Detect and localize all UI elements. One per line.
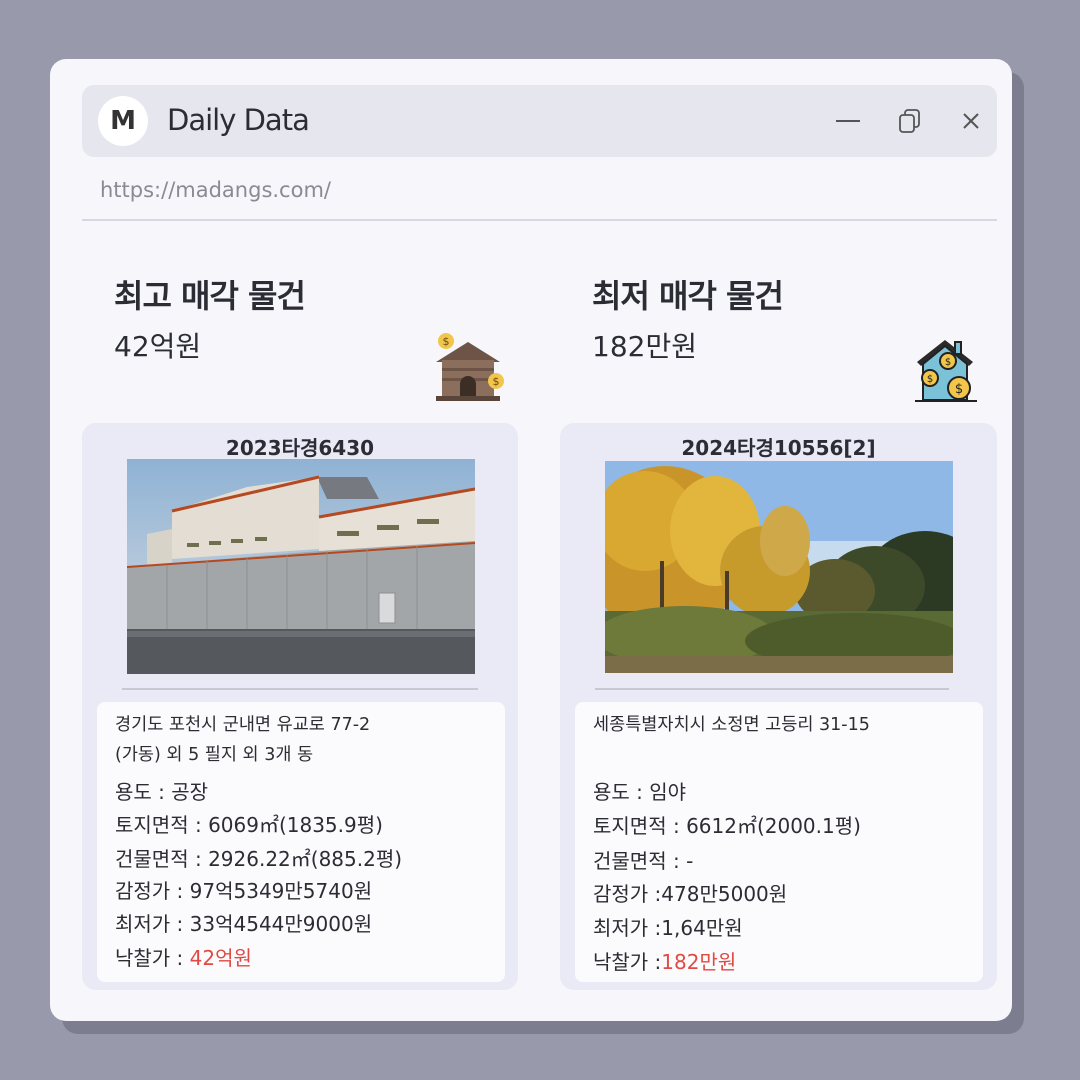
property-info: 세종특별자치시 소정면 고등리 31-15 용도 : 임야 토지면적 : 661… (575, 702, 983, 982)
address-line-1: 세종특별자치시 소정면 고등리 31-15 (593, 715, 870, 735)
minimum-price-row: 최저가 : 33억4544만9000원 (115, 908, 372, 937)
building-area-row: 건물면적 : 2926.22㎡(885.2평) (115, 843, 402, 872)
winning-bid-label: 낙찰가 : (593, 950, 662, 974)
appraisal-label: 감정가 : (115, 879, 190, 903)
svg-text:$: $ (927, 374, 933, 385)
minimum-price-row: 최저가 :1,64만원 (593, 912, 743, 941)
close-icon (963, 113, 979, 129)
appraisal-value: 97억5349만5740원 (189, 879, 373, 903)
land-area-label: 토지면적 : (115, 813, 209, 837)
highest-price: 42억원 (114, 330, 202, 363)
building-area-value: 2926.22㎡(885.2평) (208, 847, 403, 871)
building-area-row: 건물면적 : - (593, 845, 693, 874)
usage-label: 용도 : (593, 780, 650, 804)
title-bar: M Daily Data (82, 85, 997, 157)
appraisal-label: 감정가 : (593, 882, 662, 906)
address-line-1: 경기도 포천시 군내면 유교로 77-2 (115, 715, 371, 735)
building-area-label: 건물면적 : (115, 847, 209, 871)
highest-heading: 최고 매각 물건 (114, 277, 306, 315)
minimum-price-value: 33억4544만9000원 (189, 912, 373, 936)
land-area-value: 6069㎡(1835.9평) (208, 813, 383, 837)
land-area-row: 토지면적 : 6612㎡(2000.1평) (593, 810, 861, 839)
svg-text:$: $ (443, 335, 450, 348)
forest-ginkgo-photo (605, 461, 953, 673)
url-divider (82, 219, 997, 221)
restore-icon (899, 109, 920, 133)
lowest-heading: 최저 매각 물건 (592, 277, 784, 315)
usage-value: 공장 (171, 780, 209, 804)
usage-row: 용도 : 공장 (115, 776, 208, 805)
usage-row: 용도 : 임야 (593, 776, 686, 805)
card-divider (595, 688, 949, 690)
winning-bid-label: 낙찰가 : (115, 946, 190, 970)
usage-value: 임야 (649, 780, 687, 804)
minimize-icon (836, 120, 860, 122)
svg-text:$: $ (493, 375, 500, 388)
appraisal-row: 감정가 : 97억5349만5740원 (115, 875, 372, 904)
lowest-price: 182만원 (592, 330, 697, 363)
house-coins-icon: $ $ $ (915, 340, 977, 402)
usage-label: 용도 : (115, 780, 172, 804)
appraisal-value: 478만5000원 (661, 882, 788, 906)
restore-button[interactable] (894, 105, 926, 137)
winning-bid-row: 낙찰가 :182만원 (593, 946, 736, 975)
appraisal-row: 감정가 :478만5000원 (593, 878, 787, 907)
lowest-card: 2024타경10556[2] 세종특별자치시 소정면 고등리 31-15 용도 … (560, 423, 997, 990)
building-area-value: - (686, 849, 694, 873)
app-logo: M (98, 96, 148, 146)
land-area-value: 6612㎡(2000.1평) (686, 814, 861, 838)
svg-text:$: $ (945, 357, 951, 368)
warehouse-factory-photo (127, 459, 475, 674)
minimum-price-value: 1,64만원 (661, 916, 743, 940)
close-button[interactable] (955, 105, 987, 137)
case-number[interactable]: 2023타경6430 (82, 432, 518, 461)
app-title: Daily Data (167, 103, 310, 137)
url-text[interactable]: https://madangs.com/ (100, 178, 331, 202)
building-area-label: 건물면적 : (593, 849, 687, 873)
minimum-price-label: 최저가 : (115, 912, 190, 936)
case-number[interactable]: 2024타경10556[2] (560, 432, 997, 461)
address-line-2: (가동) 외 5 필지 외 3개 동 (115, 745, 314, 765)
winning-bid-row: 낙찰가 : 42억원 (115, 942, 252, 971)
land-area-row: 토지면적 : 6069㎡(1835.9평) (115, 809, 383, 838)
house-with-money-icon: $ $ (436, 333, 504, 401)
winning-bid-value: 42억원 (189, 946, 252, 970)
minimize-button[interactable] (832, 105, 864, 137)
minimum-price-label: 최저가 : (593, 916, 662, 940)
highest-card: 2023타경6430 경기도 포천시 군내면 유교로 77-2 (가동) 외 5… (82, 423, 518, 990)
winning-bid-value: 182만원 (661, 950, 737, 974)
property-info: 경기도 포천시 군내면 유교로 77-2 (가동) 외 5 필지 외 3개 동 … (97, 702, 505, 982)
svg-text:$: $ (955, 382, 963, 397)
land-area-label: 토지면적 : (593, 814, 687, 838)
browser-window: M Daily Data https://madangs.com/ 최고 매각 … (50, 59, 1012, 1021)
card-divider (122, 688, 478, 690)
